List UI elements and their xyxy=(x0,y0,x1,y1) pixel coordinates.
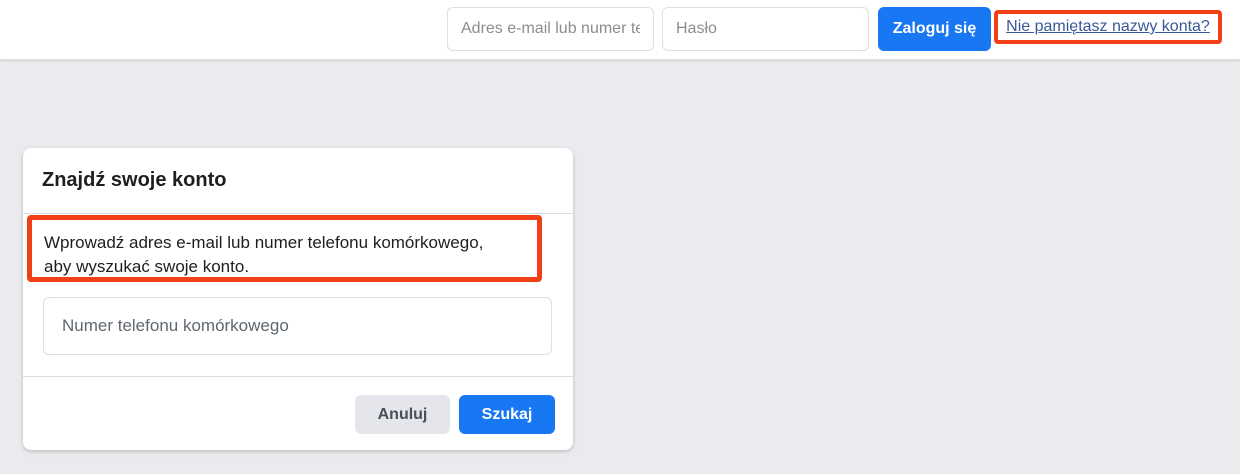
phone-number-input[interactable] xyxy=(43,297,552,355)
dialog-header: Znajdź swoje konto xyxy=(23,148,573,214)
top-bar: Zaloguj się Nie pamiętasz nazwy konta? xyxy=(0,0,1240,60)
instructions-highlight: Wprowadź adres e-mail lub numer telefonu… xyxy=(27,215,542,282)
find-account-dialog: Znajdź swoje konto Wprowadź adres e-mail… xyxy=(23,148,573,450)
login-button[interactable]: Zaloguj się xyxy=(878,7,991,51)
dialog-title: Znajdź swoje konto xyxy=(42,169,227,191)
password-input[interactable] xyxy=(662,7,869,51)
forgot-account-link[interactable]: Nie pamiętasz nazwy konta? xyxy=(994,10,1222,44)
cancel-button[interactable]: Anuluj xyxy=(355,395,450,434)
email-or-phone-input[interactable] xyxy=(447,7,654,51)
instructions-line-2: aby wyszukać swoje konto. xyxy=(44,257,250,276)
instructions-line-1: Wprowadź adres e-mail lub numer telefonu… xyxy=(44,233,484,252)
instructions-text: Wprowadź adres e-mail lub numer telefonu… xyxy=(44,231,537,279)
search-button[interactable]: Szukaj xyxy=(459,395,555,434)
dialog-divider xyxy=(23,376,573,377)
